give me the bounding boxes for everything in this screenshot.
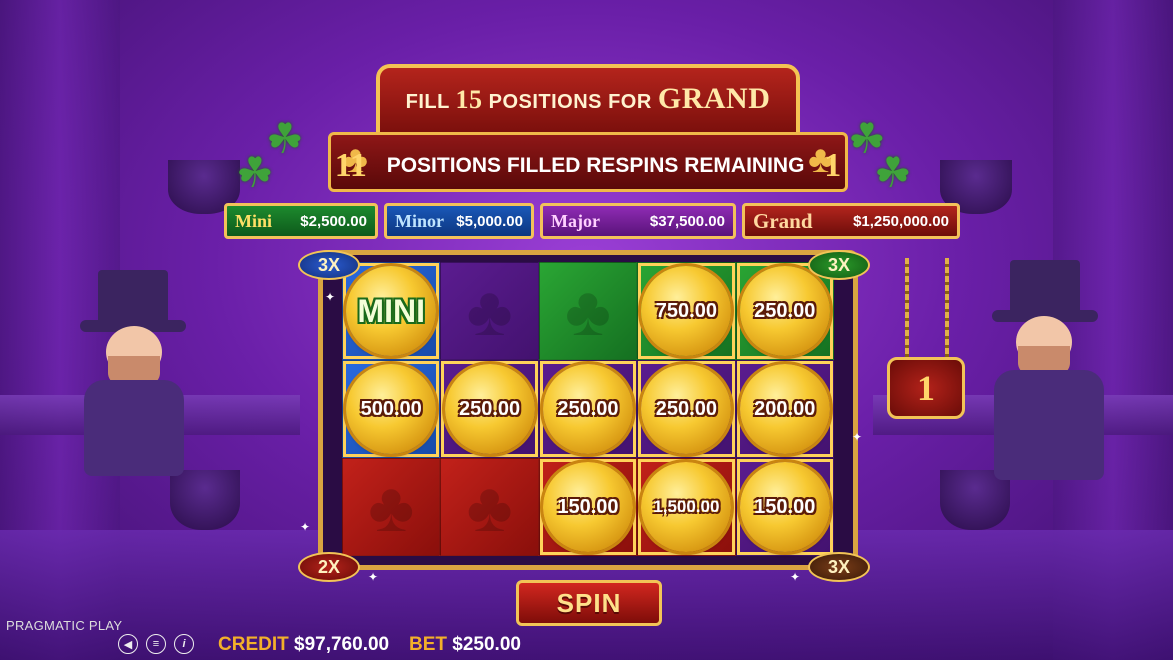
grid-cell: ♣	[538, 262, 638, 360]
grid-cell: 1,500.00	[637, 458, 736, 556]
brand-label: PRAGMATIC PLAY	[6, 618, 123, 633]
sparkle-icon: ✦	[300, 520, 311, 534]
jackpot-name: Minor	[395, 210, 444, 231]
fill-mid: POSITIONS FOR	[488, 91, 652, 113]
grid-cell: 200.00	[735, 360, 834, 458]
coin-value: 200.00	[754, 397, 816, 420]
mini-jackpot-coin: MINI	[346, 266, 437, 356]
money-coin: 150.00	[542, 462, 633, 552]
jackpot-name: Major	[551, 210, 600, 231]
fill-count: 15	[455, 85, 483, 114]
multiplier-top-left: 3X	[298, 250, 360, 280]
jackpot-value: $1,250,000.00	[853, 212, 949, 230]
credit-value: $97,760.00	[294, 634, 390, 655]
coin-value: 150.00	[557, 495, 619, 518]
jackpot-major: Major $37,500.00	[540, 203, 736, 239]
bet-value: $250.00	[452, 634, 521, 655]
jackpot-minor: Minor $5,000.00	[384, 203, 534, 239]
coin-value: 250.00	[458, 397, 521, 420]
grand-goal-text: FILL 15 POSITIONS FOR GRAND	[380, 82, 796, 116]
grid-cell: 250.00	[538, 360, 638, 458]
jackpot-grand: Grand $1,250,000.00	[742, 203, 960, 239]
fill-prefix: FILL	[405, 91, 450, 113]
leprechaun-left	[50, 270, 240, 540]
coin-value: 150.00	[754, 495, 816, 518]
leprechaun-right	[980, 260, 1170, 540]
grid-cell: 250.00	[637, 360, 736, 458]
money-coin: 500.00	[346, 364, 437, 454]
multiplier-bottom-right: 3X	[808, 552, 870, 582]
grid-cell: 150.00	[538, 458, 638, 556]
jackpot-bar: Mini $2,500.00 Minor $5,000.00 Major $37…	[224, 203, 970, 243]
respins-remaining-badge: 1	[887, 357, 965, 419]
coin-value: 500.00	[360, 397, 422, 420]
jackpot-value: $2,500.00	[300, 212, 367, 230]
grid-cell: ♣	[440, 262, 539, 360]
grid-cell: MINI	[342, 262, 441, 360]
jackpot-value: $5,000.00	[456, 212, 523, 230]
money-coin: 750.00	[641, 266, 732, 356]
clover-icon: ♣	[368, 468, 415, 546]
coin-value: 250.00	[754, 299, 816, 322]
respins-remaining-count: 1	[824, 147, 842, 184]
grid-cell: 500.00	[342, 360, 441, 458]
sparkle-icon: ✦	[790, 570, 801, 584]
grid-cell: 750.00	[637, 262, 736, 360]
money-coin: 250.00	[641, 364, 732, 454]
clover-icon: ♣	[565, 272, 611, 350]
jackpot-name: Mini	[235, 210, 273, 231]
sparkle-icon: ✦	[852, 430, 863, 444]
menu-icon[interactable]: ≡	[146, 634, 166, 654]
reel-grid: MINI ♣ ♣ 750.00 250.00 500.00 250.00 250.00 250.…	[342, 262, 834, 556]
coin-value: MINI	[357, 292, 425, 329]
grid-cell: ♣	[342, 458, 441, 556]
coin-value: 250.00	[655, 397, 717, 420]
bet-label: BET	[409, 634, 447, 655]
fill-target: GRAND	[657, 82, 771, 115]
coin-value: 750.00	[655, 299, 717, 322]
jackpot-mini: Mini $2,500.00	[224, 203, 378, 239]
grid-cell: 250.00	[440, 360, 539, 458]
jackpot-name: Grand	[753, 208, 813, 233]
status-text: 11 POSITIONS FILLED RESPINS REMAINING 1	[331, 147, 845, 185]
clover-bush-icon: ☘	[874, 149, 912, 196]
money-coin: 250.00	[739, 266, 830, 356]
multiplier-top-right: 3X	[808, 250, 870, 280]
coin-value: 1,500.00	[653, 497, 720, 516]
coin-value: 250.00	[557, 397, 619, 420]
spin-button[interactable]: SPIN	[516, 580, 662, 626]
money-coin: 150.00	[739, 462, 830, 552]
grid-cell: ♣	[440, 458, 539, 556]
credit-display: CREDIT $97,760.00	[218, 634, 389, 656]
sparkle-icon: ✦	[368, 570, 379, 584]
status-label: POSITIONS FILLED RESPINS REMAINING	[386, 154, 805, 177]
clover-icon: ♣	[466, 272, 513, 350]
positions-filled-count: 11	[334, 147, 367, 184]
sparkle-icon: ✦	[325, 290, 336, 304]
money-coin: 250.00	[444, 364, 535, 454]
clover-bush-icon: ☘	[236, 149, 274, 196]
multiplier-bottom-left: 2X	[298, 552, 360, 582]
grid-cell: 150.00	[735, 458, 834, 556]
money-coin: 200.00	[739, 364, 830, 454]
info-icon[interactable]: i	[174, 634, 194, 654]
bet-display: BET $250.00	[409, 634, 521, 656]
money-coin: 250.00	[542, 364, 633, 454]
credit-label: CREDIT	[218, 634, 289, 655]
chain	[905, 258, 909, 360]
grand-goal-sign: FILL 15 POSITIONS FOR GRAND	[376, 64, 800, 138]
chain	[945, 258, 949, 360]
sound-icon[interactable]: ◀	[118, 634, 138, 654]
clover-icon: ♣	[466, 468, 513, 546]
money-coin: 1,500.00	[641, 462, 732, 552]
status-sign: ♣ ♣ 11 POSITIONS FILLED RESPINS REMAININ…	[328, 132, 848, 192]
jackpot-value: $37,500.00	[649, 212, 725, 230]
